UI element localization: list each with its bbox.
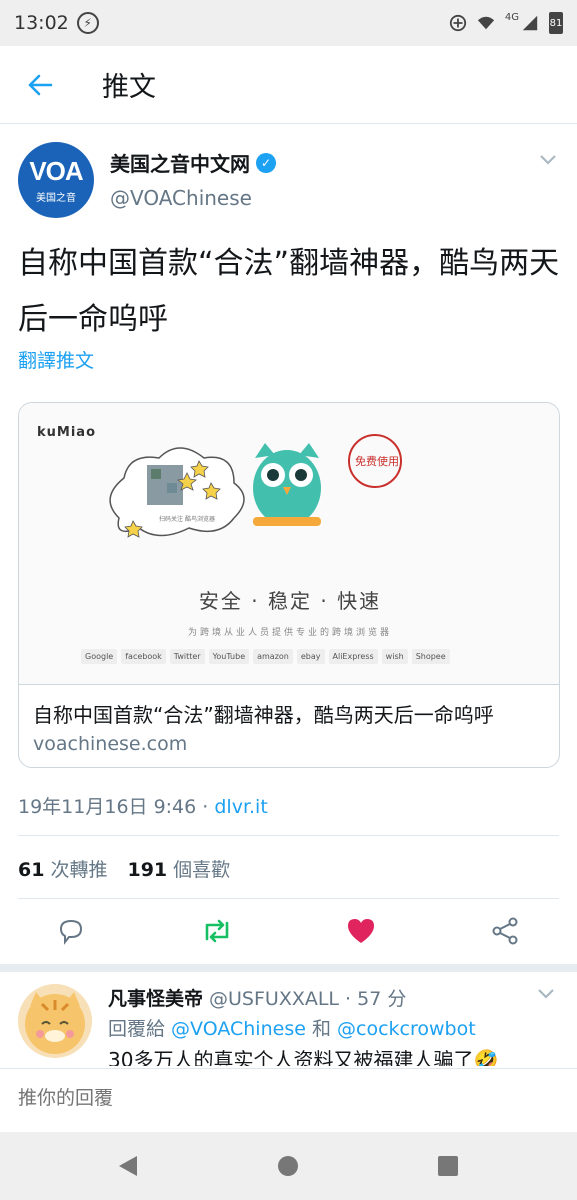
nav-recents-icon [438,1156,458,1176]
retweets-label: 次轉推 [50,859,108,881]
likes-stat[interactable]: 191 個喜歡 [127,855,230,882]
wifi-icon [477,16,494,30]
tweet-actions [0,900,577,964]
battery-icon: 81 [549,12,563,34]
reply-to-prefix: 回覆給 [108,1018,172,1040]
card-subslogan: 为跨境从业人员提供专业的跨境浏览器 [187,628,392,638]
retweets-count: 61 [18,859,45,881]
data-saver-icon [449,14,466,32]
app-header: 推文 [0,46,577,124]
share-icon [492,917,518,945]
back-arrow-icon [28,74,53,95]
likes-count: 191 [127,859,168,881]
nav-back-button[interactable] [114,1152,142,1180]
system-nav-bar [0,1132,577,1200]
back-button[interactable] [0,46,80,124]
card-illustration: 扫码关注 酷鸟浏览器 免费使用 [109,434,402,538]
reply-input[interactable] [18,1087,548,1109]
retweet-button[interactable] [200,914,234,948]
author-handle[interactable]: @VOAChinese [110,186,252,210]
stamp-text: 免费使用 [355,454,399,468]
brand-ebay: ebay [296,649,325,664]
page-title: 推文 [102,72,156,103]
retweet-icon [205,919,229,943]
mention-cockcrowbot[interactable]: @cockcrowbot [337,1018,476,1040]
brand-google: Google [81,649,118,664]
network-type: 4G [504,11,519,23]
divider [18,835,559,836]
reply-header: 凡事怪美帝 @USFUXXALL · 57 分 [108,984,406,1011]
status-icons: 4G 81 [449,12,563,34]
reply-button[interactable] [54,914,88,948]
nav-recents-button[interactable] [434,1152,462,1180]
chevron-down-icon[interactable] [537,988,555,1000]
card-title: 自称中国首款“合法”翻墙神器，酷鸟两天后一命呜呼 [33,703,494,727]
svg-text:扫码关注: 扫码关注 [159,515,183,523]
avatar-sub-text: 美国之音 [36,193,76,204]
section-separator [0,964,577,972]
chevron-down-icon[interactable] [539,154,557,166]
brand-twitter: Twitter [169,649,205,664]
reply-to-conj: 和 [305,1018,337,1040]
reply-author-name[interactable]: 凡事怪美帝 [108,988,203,1010]
brand-youtube: YouTube [208,649,250,664]
card-image: kuMiao 扫码关注 酷鸟浏览器 免费使用 安全 · 稳定 · 快速 为跨境从… [19,403,559,685]
share-button[interactable] [488,914,522,948]
signal-icon [522,15,538,31]
reply-avatar[interactable] [18,984,92,1058]
author-name[interactable]: 美国之音中文网 ✓ [110,148,276,177]
avatar[interactable]: VOA 美国之音 [18,142,94,218]
brand-list: Google facebook Twitter YouTube amazon e… [81,649,450,664]
compose-bar [0,1068,577,1132]
brand-amazon: amazon [253,649,293,664]
link-card[interactable]: kuMiao 扫码关注 酷鸟浏览器 免费使用 安全 · 稳定 · 快速 为跨境从… [18,402,560,768]
tweet-stats: 61 次轉推 191 個喜歡 [18,855,230,882]
avatar-logo-text: VOA [29,156,83,186]
status-time: 13:02 [14,12,69,34]
author-name-text: 美国之音中文网 [110,152,250,176]
status-bar: 13:02 ⚡ 4G 81 [0,0,577,46]
reply-text: 30多万人的真实个人资料又被福建人骗了🤣 [108,1048,499,1066]
retweets-stat[interactable]: 61 次轉推 [18,855,107,882]
likes-label: 個喜歡 [173,859,231,881]
card-domain: voachinese.com [33,733,188,755]
brand-shopee: Shopee [411,649,450,664]
mention-voachinese[interactable]: @VOAChinese [171,1018,306,1040]
tweet-text: 自称中国首款“合法”翻墙神器，酷鸟两天后一命呜呼 [18,246,560,337]
like-button[interactable] [344,914,378,948]
nav-home-icon [278,1156,298,1176]
timestamp-text: 19年11月16日 9:46 · [18,796,215,818]
tweet-author: VOA 美国之音 美国之音中文网 ✓ @VOAChinese [18,142,563,220]
reply-handle-time: @USFUXXALL · 57 分 [209,988,407,1010]
brand-wish: wish [381,649,408,664]
nav-back-icon [119,1156,137,1176]
svg-text:酷鸟浏览器: 酷鸟浏览器 [185,515,215,523]
translate-link[interactable]: 翻譯推文 [18,346,94,373]
verified-icon: ✓ [256,152,276,173]
nav-home-button[interactable] [274,1152,302,1180]
card-slogan: 安全 · 稳定 · 快速 [198,589,382,613]
reply-icon [59,919,83,945]
divider [18,898,559,899]
brand-facebook: facebook [121,649,166,664]
reply-to: 回覆給 @VOAChinese 和 @cockcrowbot [108,1014,476,1041]
brand-aliexpress: AliExpress [328,649,378,664]
flash-icon: ⚡ [76,12,99,34]
cat-avatar-image [25,992,85,1054]
heart-icon [348,919,374,943]
tweet-timestamp: 19年11月16日 9:46 · dlvr.it [18,792,268,819]
source-link[interactable]: dlvr.it [214,796,267,818]
